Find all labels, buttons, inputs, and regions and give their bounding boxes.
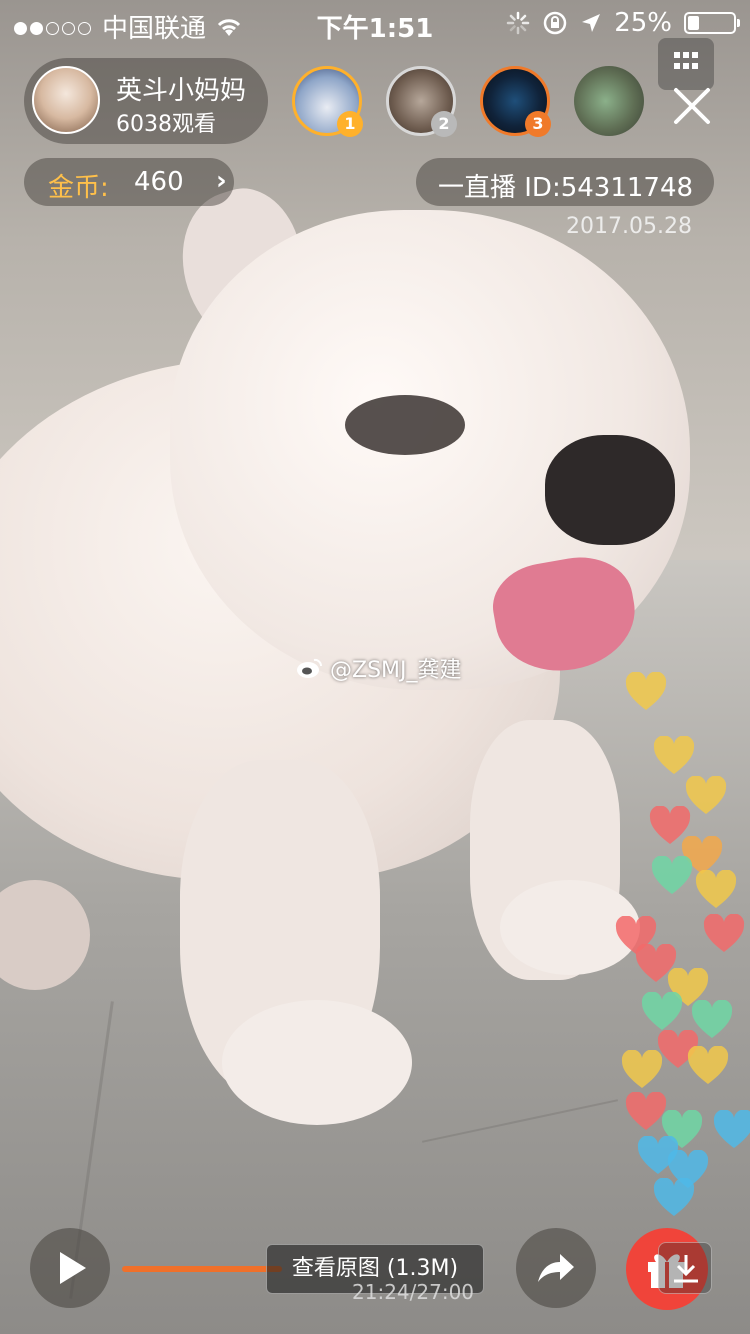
heart-icon — [703, 914, 745, 952]
watermark-text: @ZSMJ_龚建 — [330, 658, 462, 683]
heart-icon — [687, 1046, 729, 1084]
playback-time: 21:24/27:00 — [352, 1280, 475, 1304]
heart-icon — [653, 1178, 695, 1216]
activity-spinner-icon — [506, 11, 530, 35]
download-button[interactable] — [658, 1242, 712, 1294]
dog-nose — [545, 435, 675, 545]
coins-label: 金币: — [48, 173, 109, 203]
coins-pill[interactable]: 金币: 460 › — [24, 158, 234, 206]
watermark: @ZSMJ_龚建 — [296, 652, 462, 684]
location-arrow-icon — [582, 14, 601, 32]
top-viewer-avatar-4[interactable] — [574, 66, 644, 136]
live-id-pill: 一直播 ID:54311748 — [416, 158, 714, 206]
heart-icon — [625, 672, 667, 710]
viewer-count: 6038观看 — [116, 112, 216, 137]
top-viewer-avatar-2[interactable]: 2 — [386, 66, 457, 137]
status-right: 25% — [506, 8, 740, 38]
grid-icon — [674, 52, 698, 69]
rank-badge-2: 2 — [431, 111, 457, 137]
rank-badge-3: 3 — [525, 111, 551, 137]
host-info-pill[interactable]: 英斗小妈妈 6038观看 — [24, 58, 268, 144]
share-button[interactable] — [516, 1228, 596, 1308]
dog-eye — [345, 395, 465, 455]
dog-left-paw — [222, 1000, 412, 1125]
download-icon — [674, 1255, 698, 1283]
heart-icon — [641, 992, 683, 1030]
playback-progress[interactable] — [122, 1266, 282, 1272]
coins-value: 460 — [134, 167, 184, 197]
rank-badge-1: 1 — [337, 111, 363, 137]
heart-icon — [651, 856, 693, 894]
top-viewer-avatar-3[interactable]: 3 — [480, 66, 551, 137]
host-avatar[interactable] — [32, 66, 100, 134]
broadcast-date: 2017.05.28 — [566, 214, 692, 239]
heart-icon — [713, 1110, 750, 1148]
host-name: 英斗小妈妈 — [116, 76, 247, 106]
heart-icon — [653, 736, 695, 774]
rotation-lock-icon — [543, 11, 567, 35]
battery-icon — [684, 12, 740, 34]
close-button[interactable] — [666, 80, 718, 132]
close-icon — [674, 88, 710, 124]
weibo-icon — [297, 658, 323, 678]
play-icon — [60, 1252, 86, 1284]
share-arrow-icon — [538, 1254, 574, 1282]
play-button[interactable] — [30, 1228, 110, 1308]
battery-fill — [688, 16, 699, 30]
status-bar: 中国联通 下午1:51 25% — [0, 0, 750, 48]
chevron-right-icon: › — [216, 166, 227, 196]
heart-icon — [695, 870, 737, 908]
top-viewer-avatar-1[interactable]: 1 — [292, 66, 363, 137]
battery-percent: 25% — [614, 8, 672, 38]
heart-icon — [621, 1050, 663, 1088]
live-id-text: 一直播 ID:54311748 — [438, 173, 694, 203]
